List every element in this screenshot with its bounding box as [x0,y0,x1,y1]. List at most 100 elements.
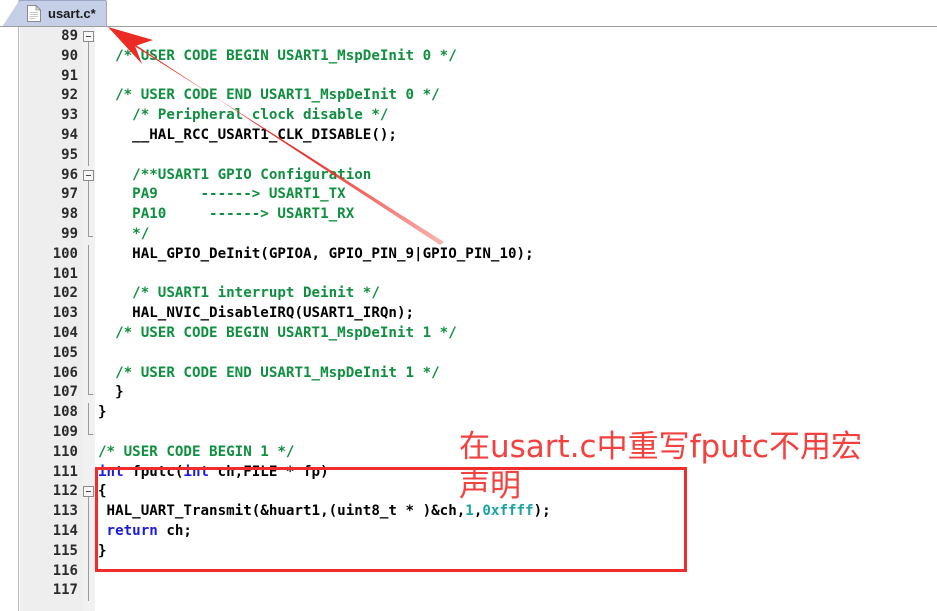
code-token-cm: /* USART1 interrupt Deinit */ [98,285,380,302]
code-token-cm: /* USER CODE END USART1_MspDeInit 0 */ [98,87,440,104]
line-number: 116 [52,562,78,579]
line-number: 92 [61,87,78,104]
code-line[interactable]: 90 /* USER CODE BEGIN USART1_MspDeInit 0… [20,47,937,67]
line-number: 105 [52,344,78,361]
code-line-text: */ [98,225,149,245]
line-number: 109 [52,423,78,440]
code-line[interactable]: 97 PA9 ------> USART1_TX [20,185,937,205]
code-line[interactable]: 98 PA10 ------> USART1_RX [20,205,937,225]
line-number: 113 [52,503,78,520]
code-token-cm: /* USER CODE END USART1_MspDeInit 1 */ [98,364,440,381]
line-number: 90 [61,47,78,64]
line-number: 108 [52,404,78,421]
code-line-text: /* USER CODE BEGIN USART1_MspDeInit 1 */ [98,324,457,344]
line-number: 94 [61,126,78,143]
line-number: 95 [61,146,78,163]
code-line-text: return ch; [98,522,192,542]
line-number: 93 [61,107,78,124]
code-line-text: } [98,403,107,423]
code-area[interactable]: 89 90 /* USER CODE BEGIN USART1_MspDeInit… [20,27,937,611]
code-line[interactable]: 99 */ [20,225,937,245]
code-token-pl: } [98,384,124,401]
code-line[interactable]: 117 [20,581,937,601]
line-number: 104 [52,324,78,341]
line-number: 110 [52,443,78,460]
line-number: 112 [52,483,78,500]
code-line-text: /**USART1 GPIO Configuration [98,166,371,186]
code-token-pl: { [98,483,107,500]
code-line[interactable]: 91 [20,67,937,87]
line-number: 107 [52,384,78,401]
code-line[interactable]: 92 /* USER CODE END USART1_MspDeInit 0 *… [20,86,937,106]
code-line-text: /* USER CODE END USART1_MspDeInit 1 */ [98,364,440,384]
code-token-cm: /* USER CODE BEGIN USART1_MspDeInit 0 */ [98,47,457,64]
code-token-pl: ch; [157,522,192,539]
line-number: 96 [61,166,78,183]
code-token-cm: /* USER CODE BEGIN 1 */ [98,443,295,460]
code-token-cm: /* Peripheral clock disable */ [98,107,389,124]
line-number: 106 [52,364,78,381]
code-line[interactable]: 93 /* Peripheral clock disable */ [20,106,937,126]
code-line-text: HAL_GPIO_DeInit(GPIOA, GPIO_PIN_9|GPIO_P… [98,245,534,265]
editor-tab-bar: usart.c* [0,0,937,27]
line-number: 99 [61,225,78,242]
line-number: 98 [61,206,78,223]
code-token-pl: __HAL_RCC_USART1_CLK_DISABLE(); [98,126,397,143]
line-number: 114 [52,522,78,539]
code-line[interactable]: 114 return ch; [20,522,937,542]
code-line[interactable]: 108} [20,403,937,423]
code-token-pl: HAL_NVIC_DisableIRQ(USART1_IRQn); [98,305,415,322]
code-line[interactable]: 106 /* USER CODE END USART1_MspDeInit 1 … [20,364,937,384]
code-line[interactable]: 104 /* USER CODE BEGIN USART1_MspDeInit … [20,324,937,344]
code-token-cm: */ [98,225,150,242]
code-lines-container[interactable]: 89 90 /* USER CODE BEGIN USART1_MspDeInit… [20,27,937,601]
line-number: 117 [52,582,78,599]
tab-usart-c[interactable]: usart.c* [2,0,107,27]
code-token-pl: HAL_GPIO_DeInit(GPIOA, GPIO_PIN_9|GPIO_P… [98,245,534,262]
code-line[interactable]: 116 [20,562,937,582]
code-line-text: /* USER CODE BEGIN USART1_MspDeInit 0 */ [98,47,457,67]
code-line-text: } [98,542,107,562]
code-line[interactable]: 101 [20,265,937,285]
code-line[interactable]: 105 [20,344,937,364]
code-line-text: __HAL_RCC_USART1_CLK_DISABLE(); [98,126,397,146]
code-line[interactable]: 89 [20,27,937,47]
code-line-text: /* USER CODE END USART1_MspDeInit 0 */ [98,86,440,106]
code-token-cm: PA9 ------> USART1_TX [98,186,346,203]
code-line[interactable]: 115} [20,542,937,562]
code-line[interactable]: 100 HAL_GPIO_DeInit(GPIOA, GPIO_PIN_9|GP… [20,245,937,265]
chinese-annotation-text: 在usart.c中重写fputc不用宏 声明 [459,429,863,504]
line-number: 102 [52,285,78,302]
line-number: 91 [61,67,78,84]
code-line[interactable]: 95 [20,146,937,166]
code-line-text: /* USART1 interrupt Deinit */ [98,284,380,304]
code-token-cm: /* USER CODE BEGIN USART1_MspDeInit 1 */ [98,324,457,341]
line-number: 100 [52,245,78,262]
code-line-text: /* Peripheral clock disable */ [98,106,388,126]
line-number: 97 [61,186,78,203]
code-token-pl: ch,FILE * fp) [209,463,329,480]
code-line-text: } [98,383,124,403]
code-editor-screenshot: usart.c* 89 90 /* USER CODE BEGIN USART1_… [0,0,937,611]
code-line-text: HAL_NVIC_DisableIRQ(USART1_IRQn); [98,304,414,324]
code-token-pl: HAL_UART_Transmit(&huart1,(uint8_t * )&c… [98,503,466,520]
line-number: 89 [61,28,78,44]
code-token-cm: PA10 ------> USART1_RX [98,206,355,223]
line-number: 103 [52,305,78,322]
code-line[interactable]: 107 } [20,383,937,403]
code-token-cm: /**USART1 GPIO Configuration [98,166,372,183]
code-line[interactable]: 103 HAL_NVIC_DisableIRQ(USART1_IRQn); [20,304,937,324]
code-token-kw: int [183,463,210,480]
code-editor-pane[interactable]: 89 90 /* USER CODE BEGIN USART1_MspDeInit… [0,26,937,611]
code-line-text: /* USER CODE BEGIN 1 */ [98,443,294,463]
code-line-text: int fputc(int ch,FILE * fp) [98,463,329,483]
line-number: 111 [52,463,78,480]
code-token-kw: int [98,463,124,480]
code-line[interactable]: 94 __HAL_RCC_USART1_CLK_DISABLE(); [20,126,937,146]
code-line[interactable]: 96 /**USART1 GPIO Configuration [20,166,937,186]
code-line-text: PA9 ------> USART1_TX [98,185,346,205]
code-line-text: PA10 ------> USART1_RX [98,205,354,225]
code-line[interactable]: 102 /* USART1 interrupt Deinit */ [20,284,937,304]
code-token-pl: } [98,404,107,421]
